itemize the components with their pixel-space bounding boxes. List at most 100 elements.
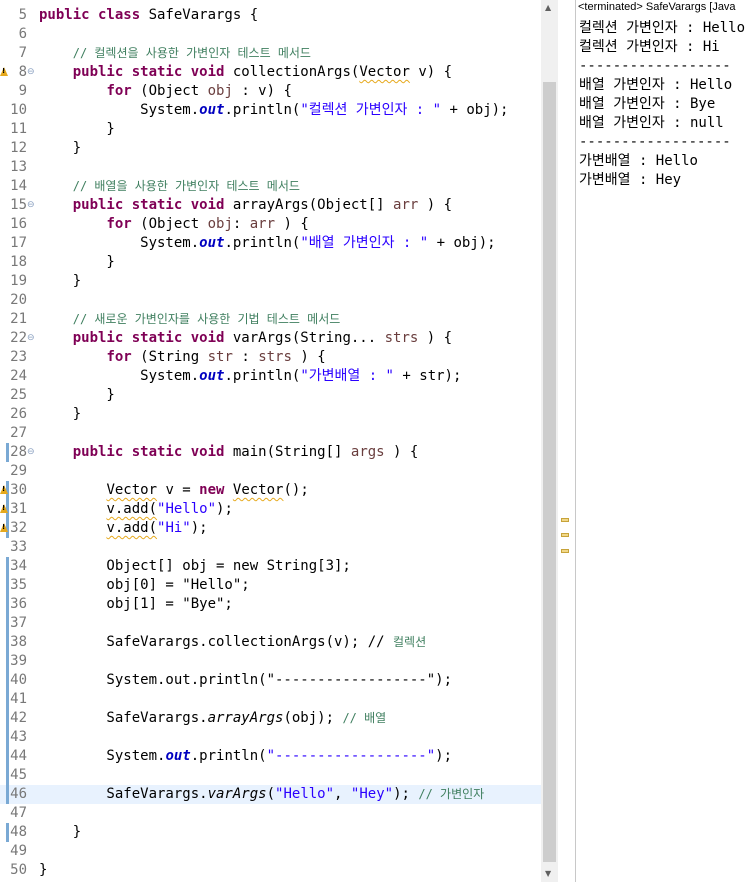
code-text[interactable]: for (Object obj : v) { xyxy=(39,82,291,101)
code-text[interactable]: System.out.println("컬렉션 가변인자 : " + obj); xyxy=(39,101,508,120)
fold-toggle-icon[interactable]: ⊖ xyxy=(27,196,36,215)
code-text[interactable]: System.out.println("가변배열 : " + str); xyxy=(39,367,461,386)
code-line[interactable]: 6 xyxy=(0,25,541,44)
code-line[interactable]: 5 public class SafeVarargs { xyxy=(0,6,541,25)
code-line[interactable]: 9 for (Object obj : v) { xyxy=(0,82,541,101)
change-marker xyxy=(6,823,9,842)
code-text[interactable]: for (Object obj: arr ) { xyxy=(39,215,308,234)
code-line[interactable]: 37 xyxy=(0,614,541,633)
code-text[interactable]: // 새로운 가변인자를 사용한 기법 테스트 메서드 xyxy=(39,310,341,329)
code-text[interactable]: // 컬렉션을 사용한 가변인자 테스트 메서드 xyxy=(39,44,311,63)
code-line[interactable]: 7 // 컬렉션을 사용한 가변인자 테스트 메서드 xyxy=(0,44,541,63)
code-line[interactable]: 13 xyxy=(0,158,541,177)
code-text[interactable]: public static void collectionArgs(Vector… xyxy=(39,63,452,82)
code-text[interactable]: public static void varArgs(String... str… xyxy=(39,329,452,348)
code-text[interactable]: } xyxy=(39,139,81,158)
code-line[interactable]: 29 xyxy=(0,462,541,481)
code-text[interactable]: System.out.println("배열 가변인자 : " + obj); xyxy=(39,234,495,253)
code-text[interactable]: public static void main(String[] args ) … xyxy=(39,443,419,462)
code-text[interactable]: SafeVarargs.varArgs("Hello", "Hey"); // … xyxy=(39,785,484,804)
code-line[interactable]: 16 for (Object obj: arr ) { xyxy=(0,215,541,234)
code-line[interactable]: 19 } xyxy=(0,272,541,291)
code-editor[interactable]: 5 public class SafeVarargs {6 7 // 컬렉션을 사용… xyxy=(0,0,541,882)
code-line[interactable]: 35 obj[0] = "Hello"; xyxy=(0,576,541,595)
code-line[interactable]: 43 xyxy=(0,728,541,747)
console-view[interactable]: <terminated> SafeVarargs [Java 컬렉션 가변인자 … xyxy=(576,0,753,882)
code-text[interactable]: } xyxy=(39,253,114,272)
overview-ruler[interactable] xyxy=(558,0,575,882)
warning-icon[interactable] xyxy=(0,504,8,515)
code-line[interactable]: 27 xyxy=(0,424,541,443)
code-text[interactable]: } xyxy=(39,386,114,405)
code-line[interactable]: 30 Vector v = new Vector(); xyxy=(0,481,541,500)
fold-toggle-icon[interactable]: ⊖ xyxy=(27,443,36,462)
code-line[interactable]: 25 } xyxy=(0,386,541,405)
code-line[interactable]: 10 System.out.println("컬렉션 가변인자 : " + ob… xyxy=(0,101,541,120)
code-line[interactable]: 49 xyxy=(0,842,541,861)
code-line[interactable]: 36 obj[1] = "Bye"; xyxy=(0,595,541,614)
code-line[interactable]: 47 xyxy=(0,804,541,823)
code-line[interactable]: 33 xyxy=(0,538,541,557)
code-text[interactable]: System.out.println("------------------")… xyxy=(39,747,452,766)
scroll-down-arrow-icon[interactable]: ▼ xyxy=(545,869,551,878)
code-line[interactable]: 8 ⊖ public static void collectionArgs(Vec… xyxy=(0,63,541,82)
code-line[interactable]: 50} xyxy=(0,861,541,880)
scrollbar-thumb[interactable] xyxy=(543,82,556,862)
fold-toggle-icon[interactable]: ⊖ xyxy=(27,63,36,82)
code-line[interactable]: 45 xyxy=(0,766,541,785)
warning-icon[interactable] xyxy=(0,523,8,534)
code-text[interactable]: } xyxy=(39,823,81,842)
scroll-up-arrow-icon[interactable]: ▲ xyxy=(545,3,551,12)
editor-vertical-scrollbar[interactable]: ▲ ▼ xyxy=(541,0,558,882)
warning-marker[interactable] xyxy=(561,533,569,537)
code-text[interactable]: for (String str : strs ) { xyxy=(39,348,325,367)
code-line[interactable]: 34 Object[] obj = new String[3]; xyxy=(0,557,541,576)
code-line[interactable]: 38 SafeVarargs.collectionArgs(v); // 컬렉션 xyxy=(0,633,541,652)
warning-icon[interactable] xyxy=(0,67,8,78)
code-line[interactable]: 23 for (String str : strs ) { xyxy=(0,348,541,367)
code-text[interactable]: } xyxy=(39,861,47,880)
code-text[interactable]: v.add("Hello"); xyxy=(39,500,232,519)
code-line[interactable]: 22 ⊖ public static void varArgs(String...… xyxy=(0,329,541,348)
code-line[interactable]: 44 System.out.println("-----------------… xyxy=(0,747,541,766)
code-line[interactable]: 42 SafeVarargs.arrayArgs(obj); // 배열 xyxy=(0,709,541,728)
warning-marker[interactable] xyxy=(561,549,569,553)
code-text[interactable]: Vector v = new Vector(); xyxy=(39,481,308,500)
warning-marker[interactable] xyxy=(561,518,569,522)
code-line[interactable]: 14 // 배열을 사용한 가변인자 테스트 메서드 xyxy=(0,177,541,196)
code-text[interactable]: v.add("Hi"); xyxy=(39,519,207,538)
code-line[interactable]: 15 ⊖ public static void arrayArgs(Object[… xyxy=(0,196,541,215)
code-line[interactable]: 28 ⊖ public static void main(String[] arg… xyxy=(0,443,541,462)
code-text[interactable]: System.out.println("------------------")… xyxy=(39,671,452,690)
code-line[interactable]: 12 } xyxy=(0,139,541,158)
code-line[interactable]: 11 } xyxy=(0,120,541,139)
code-text[interactable]: obj[0] = "Hello"; xyxy=(39,576,249,595)
code-line[interactable]: 46 SafeVarargs.varArgs("Hello", "Hey"); … xyxy=(0,785,541,804)
code-text[interactable]: } xyxy=(39,405,81,424)
code-line[interactable]: 40 System.out.println("-----------------… xyxy=(0,671,541,690)
code-line[interactable]: 17 System.out.println("배열 가변인자 : " + obj… xyxy=(0,234,541,253)
warning-icon[interactable] xyxy=(0,485,8,496)
code-line[interactable]: 39 xyxy=(0,652,541,671)
code-text[interactable]: public static void arrayArgs(Object[] ar… xyxy=(39,196,452,215)
code-line[interactable]: 20 xyxy=(0,291,541,310)
code-text[interactable]: SafeVarargs.collectionArgs(v); // 컬렉션 xyxy=(39,633,426,652)
code-text[interactable]: public class SafeVarargs { xyxy=(39,6,258,25)
code-text[interactable]: obj[1] = "Bye"; xyxy=(39,595,232,614)
code-text[interactable]: } xyxy=(39,272,81,291)
console-title: <terminated> SafeVarargs [Java xyxy=(578,1,736,13)
code-line[interactable]: 41 xyxy=(0,690,541,709)
code-line[interactable]: 32 v.add("Hi"); xyxy=(0,519,541,538)
code-line[interactable]: 21 // 새로운 가변인자를 사용한 기법 테스트 메서드 xyxy=(0,310,541,329)
code-line[interactable]: 48 } xyxy=(0,823,541,842)
annotation-ruler xyxy=(0,0,9,882)
code-text[interactable]: } xyxy=(39,120,114,139)
code-line[interactable]: 26 } xyxy=(0,405,541,424)
code-text[interactable]: Object[] obj = new String[3]; xyxy=(39,557,350,576)
code-text[interactable]: // 배열을 사용한 가변인자 테스트 메서드 xyxy=(39,177,300,196)
fold-toggle-icon[interactable]: ⊖ xyxy=(27,329,36,348)
code-line[interactable]: 18 } xyxy=(0,253,541,272)
code-text[interactable]: SafeVarargs.arrayArgs(obj); // 배열 xyxy=(39,709,386,728)
code-line[interactable]: 24 System.out.println("가변배열 : " + str); xyxy=(0,367,541,386)
code-line[interactable]: 31 v.add("Hello"); xyxy=(0,500,541,519)
